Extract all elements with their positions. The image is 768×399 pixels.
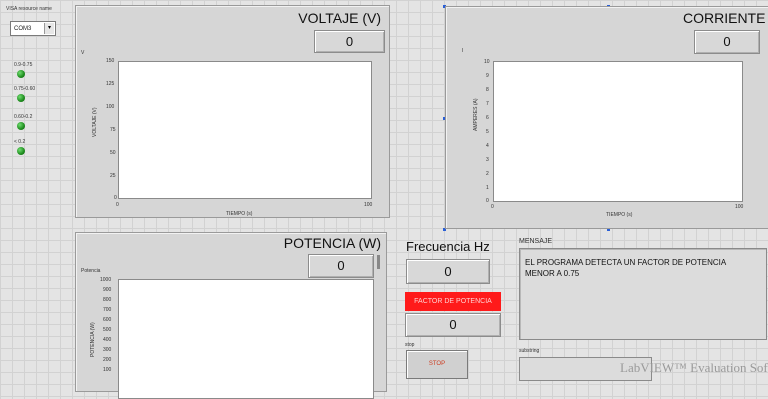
factor-potencia-alarm-label: FACTOR DE POTENCIA (405, 292, 501, 311)
corriente-value-display: 0 (694, 30, 760, 54)
visa-resource-select[interactable]: COM3 ▾ (10, 21, 56, 36)
voltaje-ytick: 25 (110, 173, 116, 179)
potencia-ytick: 100 (103, 367, 112, 373)
voltaje-corner-label: V (81, 50, 85, 56)
potencia-ytick: 800 (103, 297, 112, 303)
led-label-3: 0.60-0.2 (14, 114, 33, 120)
corriente-ytick: 4 (486, 143, 489, 149)
corriente-xtick: 0 (491, 204, 494, 210)
substring-label: substring (519, 348, 540, 354)
voltaje-ytick: 50 (110, 150, 116, 156)
corriente-y-axis-label: AMPERES (A) (473, 98, 479, 131)
voltaje-ytick: 100 (106, 104, 115, 110)
potencia-ytick: 600 (103, 317, 112, 323)
visa-resource-label: VISA resource name (6, 6, 52, 12)
corriente-ytick: 0 (486, 198, 489, 204)
voltaje-xtick: 0 (116, 202, 119, 208)
evaluation-watermark: LabVIEW™ Evaluation Software (620, 360, 768, 375)
corriente-ytick: 8 (486, 87, 489, 93)
voltaje-panel: VOLTAJE (V) 0 V VOLTAJE (V) 150 125 100 … (75, 5, 390, 218)
corriente-ytick: 9 (486, 73, 489, 79)
mensaje-label: MENSAJE (519, 238, 553, 245)
voltaje-chart-plot[interactable] (118, 61, 372, 199)
potencia-ytick: 200 (103, 357, 112, 363)
corriente-ytick: 5 (486, 129, 489, 135)
corriente-xtick: 100 (735, 204, 744, 210)
corriente-ytick: 3 (486, 157, 489, 163)
potencia-scroll-indicator (377, 255, 380, 269)
mensaje-text: EL PROGRAMA DETECTA UN FACTOR DE POTENCI… (525, 258, 726, 278)
potencia-value-display: 0 (308, 254, 374, 278)
frecuencia-value-display: 0 (406, 259, 490, 284)
corriente-chart-plot[interactable] (493, 61, 743, 202)
potencia-chart-plot[interactable] (118, 279, 374, 399)
potencia-y-axis-label: POTENCIA (W) (90, 322, 96, 357)
visa-resource-value: COM3 (14, 26, 32, 32)
potencia-ytick: 700 (103, 307, 112, 313)
led-indicator-2 (17, 94, 25, 102)
led-label-1: 0.9-0.75 (14, 62, 33, 68)
potencia-ytick: 900 (103, 287, 112, 293)
led-indicator-1 (17, 70, 25, 78)
corriente-panel: CORRIENTE (A 0 I AMPERES (A) 10 9 8 7 6 … (445, 6, 768, 229)
voltaje-ytick: 125 (106, 81, 115, 87)
corriente-title: CORRIENTE (A (683, 10, 768, 26)
potencia-ytick: 300 (103, 347, 112, 353)
led-indicator-4 (17, 147, 25, 155)
mensaje-textbox[interactable]: EL PROGRAMA DETECTA UN FACTOR DE POTENCI… (519, 248, 767, 340)
led-indicator-3 (17, 122, 25, 130)
frecuencia-label: Frecuencia Hz (406, 239, 490, 254)
corriente-ytick: 6 (486, 115, 489, 121)
corriente-corner-label: I (462, 48, 464, 54)
stop-button-label: STOP (428, 361, 446, 367)
voltaje-x-axis-label: TIEMPO (s) (226, 211, 253, 217)
voltaje-value-display: 0 (314, 30, 385, 53)
corriente-ytick: 7 (486, 101, 489, 107)
led-label-2: 0.75-0.60 (14, 86, 36, 92)
stop-button[interactable]: STOP (406, 350, 468, 379)
voltaje-y-axis-label: VOLTAJE (V) (92, 107, 98, 137)
potencia-panel: POTENCIA (W) 0 Potencia POTENCIA (W) 100… (75, 232, 387, 399)
corriente-ytick: 10 (484, 59, 490, 65)
potencia-ytick: 500 (103, 327, 112, 333)
voltaje-xtick: 100 (364, 202, 373, 208)
potencia-ytick: 1000 (100, 277, 112, 283)
corriente-x-axis-label: TIEMPO (s) (606, 212, 633, 218)
led-label-4: < 0.2 (14, 139, 26, 145)
corriente-ytick: 2 (486, 171, 489, 177)
corriente-ytick: 1 (486, 185, 489, 191)
factor-potencia-value-display: 0 (405, 313, 501, 337)
potencia-corner-label: Potencia (81, 268, 101, 274)
chevron-down-icon[interactable]: ▾ (44, 23, 54, 34)
potencia-title: POTENCIA (W) (283, 235, 381, 251)
stop-label: stop (405, 342, 415, 348)
voltaje-title: VOLTAJE (V) (298, 10, 381, 26)
potencia-ytick: 400 (103, 337, 112, 343)
voltaje-ytick: 0 (114, 195, 117, 201)
voltaje-ytick: 150 (106, 58, 115, 64)
voltaje-ytick: 75 (110, 127, 116, 133)
